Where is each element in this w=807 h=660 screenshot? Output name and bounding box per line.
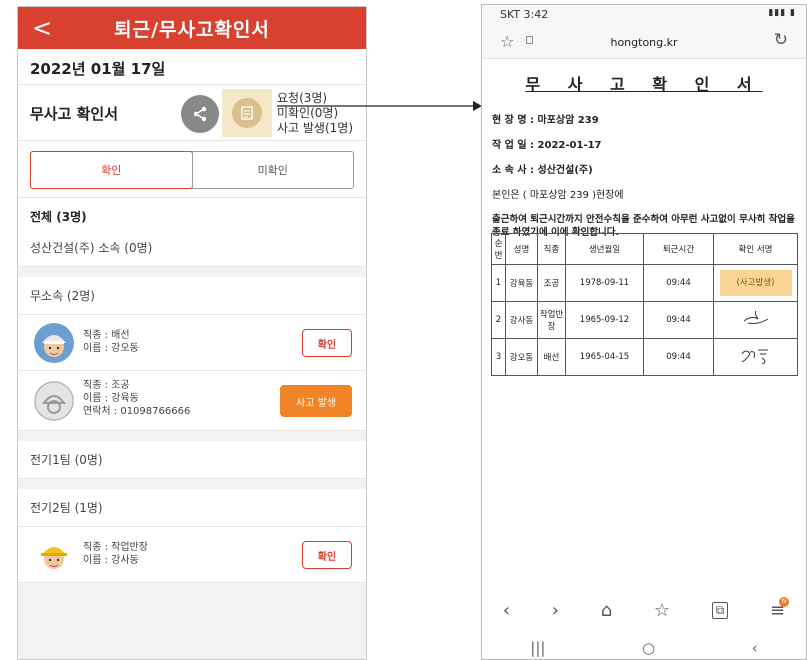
row-job: 조공	[537, 264, 566, 302]
bookmarks-icon[interactable]: ☆	[654, 600, 670, 621]
page-title: 퇴근/무사고확인서	[114, 18, 270, 41]
row-sign	[713, 338, 798, 376]
status-time: SKT 3:42	[500, 8, 549, 21]
tab-confirmed[interactable]: 확인	[30, 151, 193, 189]
worker-name: 이름 : 강사동	[83, 555, 139, 566]
group-header: 전기2팀 (1명)	[18, 489, 366, 527]
table-header: 순번	[491, 233, 506, 265]
date-label: 2022년 01월 17일	[18, 49, 366, 85]
worker-job: 직종 : 배선	[83, 330, 130, 341]
row-name: 강사동	[505, 301, 538, 339]
accident-count: 사고 발생(1명)	[277, 121, 354, 135]
table-row: 1 강육동 조공 1978-09-11 09:44 (사고발생)	[491, 264, 798, 302]
menu-icon[interactable]: ≡ N	[770, 596, 790, 621]
arrow-connector	[277, 101, 482, 111]
row-time: 09:44	[643, 301, 714, 339]
table-header: 생년월일	[565, 233, 644, 265]
document-row: 무사고 확인서 요청(3명) 미확인(0명) 사고 발생(1명)	[18, 85, 366, 141]
worker-name: 이름 : 강육동	[83, 393, 139, 404]
row-no: 2	[491, 301, 506, 339]
notification-badge: N	[779, 596, 790, 607]
work-date: 작 업 일 : 2022-01-17	[492, 140, 602, 151]
intro-line: 본인은 ( 마포상암 239 )현장에	[492, 190, 624, 201]
handwritten-signature	[741, 349, 768, 364]
recent-apps-icon[interactable]: |||	[530, 639, 545, 657]
table-header: 확인 서명	[713, 233, 798, 265]
chevron-left-icon[interactable]: <	[32, 13, 52, 43]
row-birth: 1965-04-15	[565, 338, 644, 376]
table-header: 퇴근시간	[643, 233, 714, 265]
row-sign: (사고발생)	[713, 264, 798, 302]
home-icon[interactable]: ⌂	[601, 600, 612, 621]
signature-table: 순번 성명 직종 생년월일 퇴근시간 확인 서명 1 강육동 조공 1978-0…	[491, 233, 798, 376]
avatar	[34, 535, 74, 575]
accident-button[interactable]: 사고 발생	[280, 385, 352, 417]
site-name: 현 장 명 : 마포상암 239	[492, 115, 599, 126]
tab-unconfirmed[interactable]: 미확인	[191, 152, 354, 188]
worker-contact: 연락처 : 01098766666	[83, 406, 191, 417]
url-text[interactable]: hongtong.kr	[482, 36, 806, 49]
row-birth: 1965-09-12	[565, 301, 644, 339]
avatar	[34, 323, 74, 363]
tabs-icon[interactable]: ⧉	[711, 601, 729, 619]
table-row: 3 강오동 배선 1965-04-15 09:44	[491, 338, 798, 376]
worker-job: 직종 : 조공	[83, 380, 130, 391]
worker-name: 이름 : 강오동	[83, 343, 139, 354]
home-button-icon[interactable]: ○	[642, 639, 655, 657]
system-back-icon[interactable]: ‹	[752, 639, 758, 657]
group-header: 무소속 (2명)	[18, 277, 366, 315]
document-title: 무 사 고 확 인 서	[525, 75, 763, 94]
group-header: 성산건설(주) 소속 (0명)	[18, 229, 366, 267]
status-bar: SKT 3:42 ▮▮▮ ▮	[482, 5, 806, 27]
status-summary: 요청(3명) 미확인(0명) 사고 발생(1명)	[277, 91, 353, 136]
worker-row: 직종 : 배선 이름 : 강오동 확인	[18, 315, 366, 371]
worker-row: 직종 : 작업반장 이름 : 강사동 확인	[18, 527, 366, 583]
back-icon[interactable]: ‹	[503, 600, 510, 621]
handwritten-signature	[743, 310, 768, 324]
worker-row: 직종 : 조공 이름 : 강육동 연락처 : 01098766666 사고 발생	[18, 371, 366, 431]
system-nav-bar: ||| ○ ‹	[482, 635, 806, 659]
total-count: 전체 (3명)	[18, 198, 366, 229]
share-button[interactable]	[181, 95, 219, 133]
row-sign	[713, 301, 798, 339]
document-label: 무사고 확인서	[30, 105, 119, 123]
forward-icon[interactable]: ›	[552, 600, 559, 621]
share-icon	[193, 106, 207, 122]
app-header: < 퇴근/무사고확인서	[18, 7, 366, 49]
row-no: 3	[491, 338, 506, 376]
group-header: 전기1팀 (0명)	[18, 441, 366, 479]
accident-badge: (사고발생)	[719, 270, 792, 296]
reload-icon[interactable]: ↻	[774, 30, 788, 50]
row-name: 강오동	[505, 338, 538, 376]
browser-nav-bar: ‹ › ⌂ ☆ ⧉ ≡ N	[482, 589, 806, 631]
avatar-placeholder	[34, 381, 74, 421]
row-birth: 1978-09-11	[565, 264, 644, 302]
table-header: 성명	[505, 233, 538, 265]
row-time: 09:44	[643, 338, 714, 376]
confirm-button[interactable]: 확인	[302, 329, 352, 357]
table-header: 직종	[537, 233, 566, 265]
row-no: 1	[491, 264, 506, 302]
table-row: 2 강사동 작업반장 1965-09-12 09:44	[491, 301, 798, 339]
row-name: 강육동	[505, 264, 538, 302]
row-time: 09:44	[643, 264, 714, 302]
company: 소 속 사 : 성산건설(주)	[492, 165, 593, 176]
right-phone-screen: SKT 3:42 ▮▮▮ ▮ ☆ hongtong.kr ↻ 무 사 고 확 인…	[481, 4, 807, 660]
confirm-button[interactable]: 확인	[302, 541, 352, 569]
document-icon	[241, 106, 253, 120]
row-job: 배선	[537, 338, 566, 376]
worker-job: 직종 : 작업반장	[83, 542, 148, 553]
screenshot-stage: < 퇴근/무사고확인서 2022년 01월 17일 무사고 확인서 요청(3명)…	[0, 0, 807, 660]
view-document-button[interactable]	[222, 89, 272, 137]
signal-icon: ▮▮▮ ▮	[768, 8, 796, 18]
tab-bar: 확인 미확인	[18, 141, 366, 198]
browser-url-bar: ☆ hongtong.kr ↻	[482, 27, 806, 59]
row-job: 작업반장	[537, 301, 566, 339]
